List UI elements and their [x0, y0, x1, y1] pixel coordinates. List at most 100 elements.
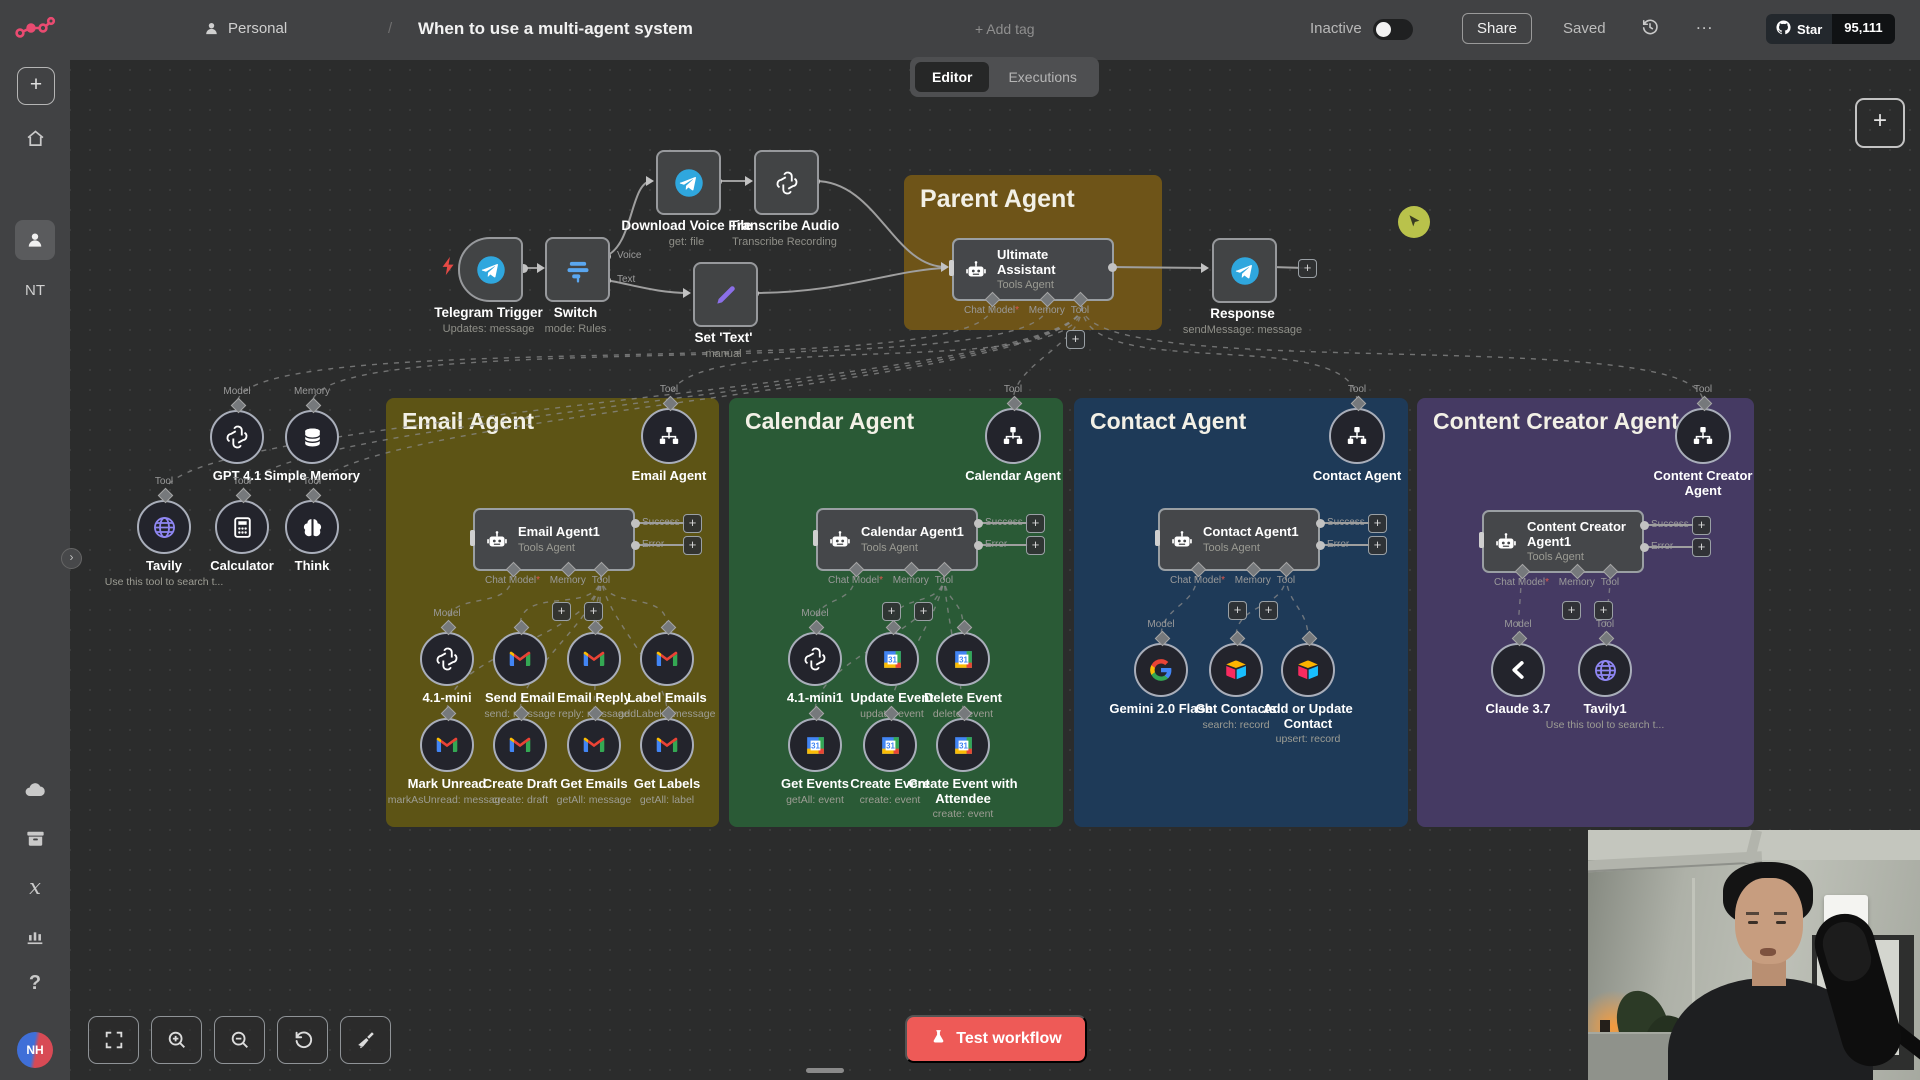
add-connection-button[interactable]: + — [914, 602, 933, 621]
node-ultimate-assistant[interactable]: Ultimate Assistant Tools Agent — [952, 238, 1114, 301]
sitemap-icon — [1345, 424, 1369, 448]
node-calendar-agent1[interactable]: Calendar Agent1 Tools Agent — [816, 508, 978, 571]
airtable-icon — [1295, 657, 1321, 683]
gcalendar-icon: 31 — [803, 733, 828, 758]
tab-editor[interactable]: Editor — [915, 62, 990, 92]
github-icon — [1776, 20, 1791, 38]
input-port[interactable] — [949, 259, 954, 276]
input-port[interactable] — [1479, 531, 1484, 548]
workflow-title[interactable]: When to use a multi-agent system — [418, 19, 693, 39]
connection-endpoint[interactable] — [973, 540, 983, 550]
sidebar-expand-icon[interactable]: › — [61, 548, 82, 569]
add-connection-button[interactable]: + — [1026, 536, 1045, 555]
robot-icon — [964, 258, 988, 282]
node-tavily1[interactable]: Tavily1 Use this tool to search t... — [1540, 643, 1670, 731]
connection-endpoint[interactable] — [1107, 263, 1117, 272]
node-label: Add or Update Contact — [1263, 701, 1353, 731]
connection-endpoint[interactable] — [1315, 518, 1325, 528]
zoom-out-button[interactable] — [214, 1016, 265, 1064]
add-connection-button[interactable]: + — [1562, 601, 1581, 620]
sidebar-item-personal[interactable] — [15, 220, 55, 260]
connection-endpoint[interactable] — [630, 540, 640, 550]
connection-endpoint[interactable] — [1315, 540, 1325, 550]
home-icon[interactable] — [0, 128, 70, 149]
connection-endpoint[interactable] — [630, 518, 640, 528]
svg-text:31: 31 — [888, 655, 897, 664]
node-add-or-update-contact[interactable]: Add or Update Contact upsert: record — [1243, 643, 1373, 745]
add-connection-button[interactable]: + — [584, 602, 603, 621]
history-icon[interactable] — [1640, 17, 1660, 42]
zoom-to-fit-button[interactable] — [88, 1016, 139, 1064]
add-connection-button[interactable]: + — [1368, 536, 1387, 555]
connection-endpoint[interactable] — [1639, 542, 1649, 552]
add-connection-button[interactable]: + — [552, 602, 571, 621]
test-workflow-button[interactable]: Test workflow — [905, 1015, 1087, 1063]
node-download-voice-file[interactable] — [656, 150, 721, 215]
cloud-icon[interactable] — [0, 778, 70, 802]
node-contact-agent[interactable]: Contact Agent — [1292, 408, 1422, 484]
add-connection-button[interactable]: + — [1594, 601, 1613, 620]
horizontal-scrollbar[interactable] — [806, 1068, 844, 1073]
active-toggle[interactable] — [1373, 19, 1413, 40]
sitemap-icon — [1001, 424, 1025, 448]
undo-button[interactable] — [277, 1016, 328, 1064]
node-think[interactable]: Think — [247, 500, 377, 574]
node-content-creator-agent1[interactable]: Content Creator Agent1 Tools Agent — [1482, 510, 1644, 573]
node-telegram-trigger[interactable] — [458, 237, 523, 302]
connector-type-label: Model — [1504, 619, 1532, 630]
add-connection-button[interactable]: + — [882, 602, 901, 621]
connector-type-label: Tool — [1003, 384, 1023, 395]
variables-icon[interactable]: x — [0, 875, 70, 899]
add-connection-button[interactable]: + — [1228, 601, 1247, 620]
more-menu[interactable]: ... — [1696, 14, 1713, 34]
webcam-person-brow-left — [1746, 912, 1759, 915]
port-label: Tool — [1276, 575, 1296, 586]
node-switch[interactable] — [545, 237, 610, 302]
add-connection-button[interactable]: + — [1692, 538, 1711, 557]
share-button[interactable]: Share — [1462, 13, 1533, 44]
webcam-overlay — [1588, 830, 1920, 1080]
node-response[interactable] — [1212, 238, 1277, 303]
node-transcribe-audio[interactable] — [754, 150, 819, 215]
connection-endpoint[interactable] — [1639, 520, 1649, 530]
add-workflow-button[interactable]: + — [17, 67, 55, 105]
sitemap-icon — [1691, 424, 1715, 448]
add-connection-button[interactable]: + — [1259, 601, 1278, 620]
add-connection-button[interactable]: + — [1066, 330, 1085, 349]
workspace-initials[interactable]: NT — [0, 282, 70, 299]
add-connection-button[interactable]: + — [1026, 514, 1045, 533]
n8n-logo[interactable] — [0, 14, 70, 44]
add-connection-button[interactable]: + — [683, 536, 702, 555]
insights-icon[interactable] — [0, 925, 70, 947]
github-star-widget[interactable]: Star 95,111 — [1766, 14, 1895, 44]
node-simple-memory[interactable]: Simple Memory — [247, 410, 377, 484]
node-email-agent[interactable]: Email Agent — [604, 408, 734, 484]
templates-icon[interactable] — [0, 827, 70, 850]
input-port[interactable] — [470, 529, 475, 546]
node-get-labels[interactable]: Get Labels getAll: label — [602, 718, 732, 806]
node-contact-agent1[interactable]: Contact Agent1 Tools Agent — [1158, 508, 1320, 571]
add-connection-button[interactable]: + — [1368, 514, 1387, 533]
connector-type-label: Tool — [302, 476, 322, 487]
breadcrumb-project[interactable]: Personal — [228, 20, 287, 37]
node-set-text-[interactable] — [693, 262, 758, 327]
add-tag-button[interactable]: + Add tag — [975, 21, 1035, 37]
add-connection-button[interactable]: + — [683, 514, 702, 533]
input-port[interactable] — [1155, 529, 1160, 546]
input-port[interactable] — [813, 529, 818, 546]
tidy-up-button[interactable] — [340, 1016, 391, 1064]
add-connection-button[interactable]: + — [1298, 259, 1317, 278]
node-email-agent1[interactable]: Email Agent1 Tools Agent — [473, 508, 635, 571]
node-calendar-agent[interactable]: Calendar Agent — [948, 408, 1078, 484]
tab-executions[interactable]: Executions — [991, 62, 1093, 92]
pencil-icon — [713, 282, 739, 308]
user-avatar[interactable]: NH — [17, 1032, 53, 1068]
add-connection-button[interactable]: + — [1692, 516, 1711, 535]
node-create-event-with-attendee[interactable]: 31 Create Event with Attendee create: even… — [898, 718, 1028, 820]
help-icon[interactable]: ? — [0, 972, 70, 995]
connection-endpoint[interactable] — [973, 518, 983, 528]
add-node-button[interactable]: + — [1855, 98, 1905, 148]
node-content-creator-agent[interactable]: Content Creator Agent — [1638, 408, 1768, 498]
saved-status: Saved — [1563, 20, 1606, 37]
zoom-in-button[interactable] — [151, 1016, 202, 1064]
